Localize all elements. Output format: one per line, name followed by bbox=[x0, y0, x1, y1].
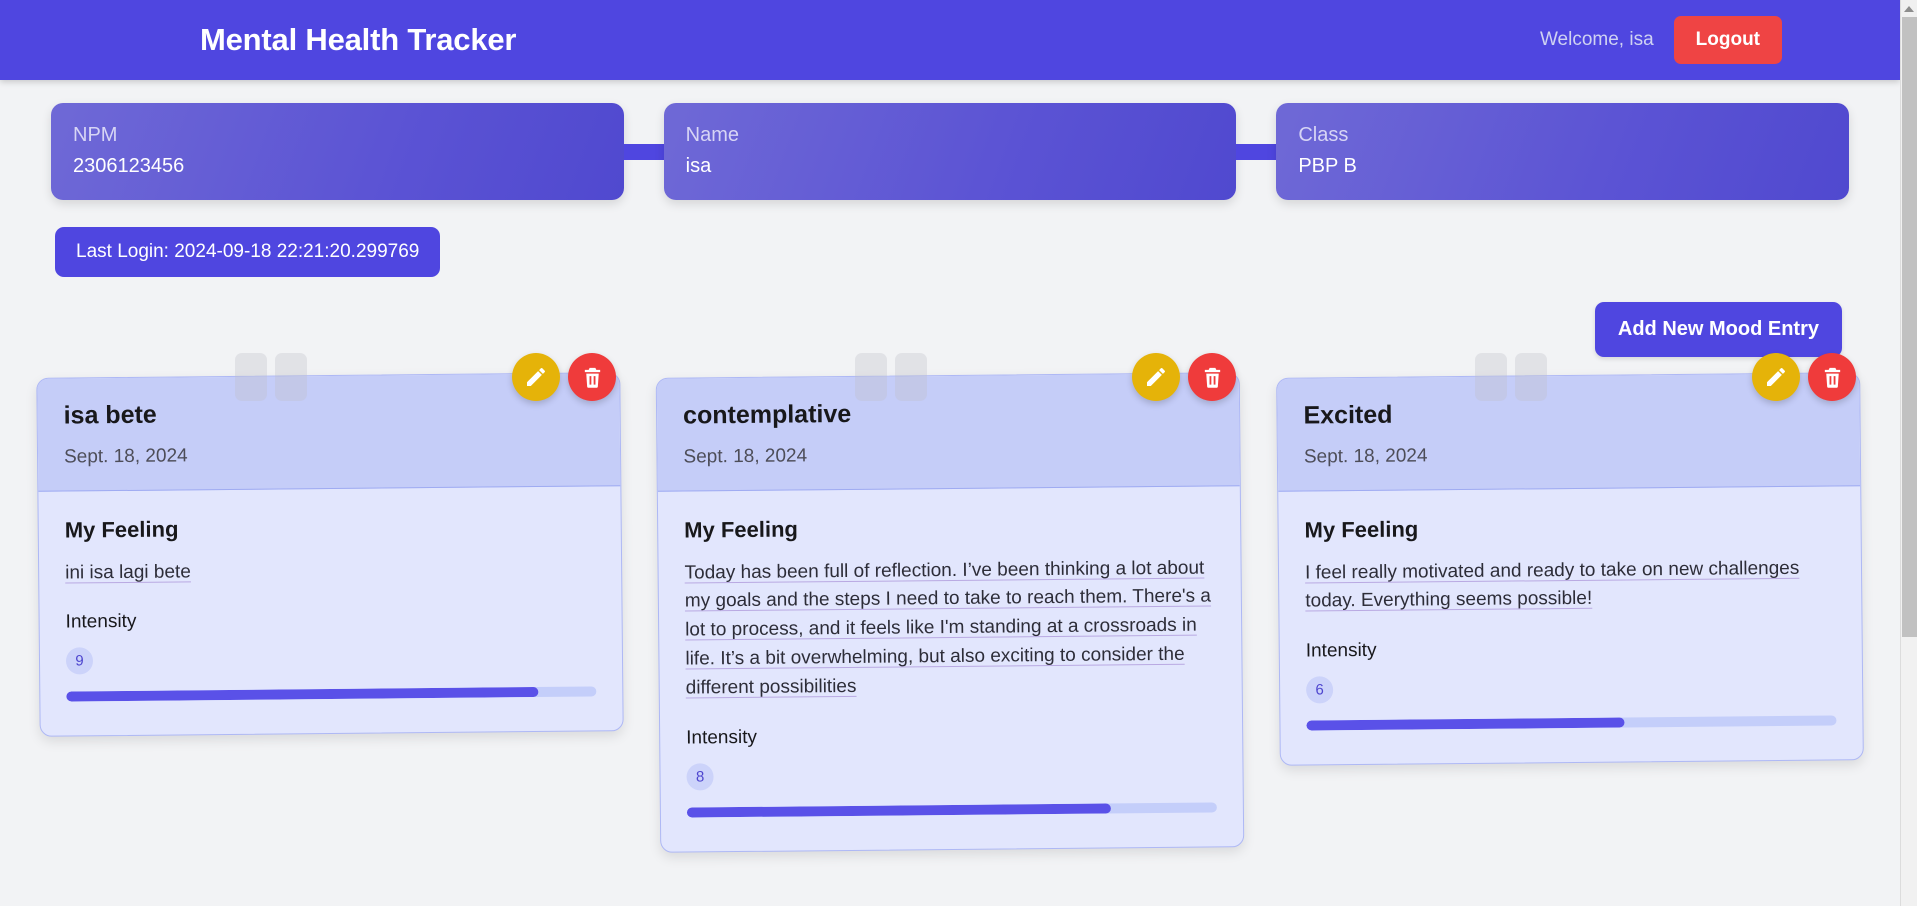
welcome-text: Welcome, isa bbox=[1539, 29, 1654, 50]
image-placeholder-group bbox=[855, 353, 927, 401]
mood-title: Excited bbox=[1303, 400, 1393, 430]
intensity-value-badge: 6 bbox=[1306, 676, 1334, 704]
feeling-heading: My Feeling bbox=[684, 515, 798, 543]
mood-card[interactable]: isa bete Sept. 18, 2024 My Feeling ini i… bbox=[36, 372, 624, 738]
chevron-up-icon bbox=[1904, 5, 1914, 12]
info-card-value: PBP B bbox=[1298, 155, 1357, 177]
pencil-icon bbox=[527, 368, 545, 386]
delete-mood-button[interactable] bbox=[568, 353, 616, 401]
mood-title: contemplative bbox=[682, 399, 852, 430]
mood-card-body: My Feeling Today has been full of reflec… bbox=[658, 486, 1243, 852]
intensity-bar-track bbox=[1306, 715, 1837, 731]
delete-mood-button[interactable] bbox=[1808, 353, 1856, 401]
mood-card[interactable]: Excited Sept. 18, 2024 My Feeling I feel… bbox=[1276, 372, 1864, 767]
image-placeholder-icon bbox=[855, 353, 887, 401]
image-placeholder-group bbox=[1475, 353, 1547, 401]
feeling-heading: My Feeling bbox=[1304, 515, 1419, 543]
intensity-bar-fill bbox=[66, 687, 539, 702]
edit-mood-button[interactable] bbox=[1752, 353, 1800, 401]
info-connector bbox=[623, 143, 664, 160]
add-new-mood-entry-button[interactable]: Add New Mood Entry bbox=[1594, 302, 1842, 357]
feeling-text: Today has been full of reflection. I’ve … bbox=[684, 557, 1212, 699]
mood-card[interactable]: contemplative Sept. 18, 2024 My Feeling … bbox=[655, 372, 1245, 853]
info-card-npm: NPM 2306123456 bbox=[51, 103, 624, 200]
intensity-value-badge: 8 bbox=[686, 763, 714, 791]
card-action-group bbox=[1132, 353, 1236, 401]
info-card-value: isa bbox=[685, 155, 712, 177]
image-placeholder-icon bbox=[1475, 353, 1507, 401]
intensity-heading: Intensity bbox=[686, 726, 758, 749]
image-placeholder-icon bbox=[1515, 353, 1547, 401]
scrollbar-thumb[interactable] bbox=[1902, 17, 1917, 637]
info-card-value: 2306123456 bbox=[73, 155, 185, 177]
image-placeholder-group bbox=[235, 353, 307, 401]
user-info-row: NPM 2306123456 Name isa Class PBP B bbox=[51, 103, 1850, 200]
scroll-up-button[interactable] bbox=[1901, 0, 1917, 17]
card-action-group bbox=[1752, 353, 1856, 401]
edit-mood-button[interactable] bbox=[1132, 353, 1180, 401]
intensity-value-badge: 9 bbox=[65, 647, 94, 675]
last-login-badge: Last Login: 2024-09-18 22:21:20.299769 bbox=[55, 227, 441, 277]
mood-date: Sept. 18, 2024 bbox=[1303, 444, 1428, 468]
image-placeholder-icon bbox=[895, 353, 927, 401]
intensity-bar-track bbox=[66, 686, 597, 702]
card-action-group bbox=[512, 353, 616, 401]
logout-button[interactable]: Logout bbox=[1673, 16, 1782, 64]
info-card-name: Name isa bbox=[663, 103, 1237, 200]
mood-card-container: contemplative Sept. 18, 2024 My Feeling … bbox=[655, 353, 1245, 853]
header-right-group: Welcome, isa Logout bbox=[1540, 16, 1782, 64]
image-placeholder-icon bbox=[235, 353, 267, 401]
last-login-row: Last Login: 2024-09-18 22:21:20.299769 bbox=[0, 200, 1900, 277]
mood-card-container: Excited Sept. 18, 2024 My Feeling I feel… bbox=[1276, 353, 1864, 767]
page-viewport: Mental Health Tracker Welcome, isa Logou… bbox=[0, 0, 1900, 906]
edit-mood-button[interactable] bbox=[512, 353, 560, 401]
mood-entry-grid: isa bete Sept. 18, 2024 My Feeling ini i… bbox=[0, 353, 1900, 853]
mood-card-container: isa bete Sept. 18, 2024 My Feeling ini i… bbox=[36, 353, 624, 738]
intensity-bar-fill bbox=[1306, 717, 1625, 731]
mood-card-body: My Feeling ini isa lagi bete Intensity 9 bbox=[38, 486, 622, 736]
feeling-heading: My Feeling bbox=[64, 515, 179, 543]
trash-icon bbox=[584, 367, 600, 388]
vertical-scrollbar[interactable] bbox=[1900, 0, 1917, 906]
mood-date: Sept. 18, 2024 bbox=[63, 444, 188, 468]
app-header: Mental Health Tracker Welcome, isa Logou… bbox=[0, 0, 1900, 80]
pencil-icon bbox=[1767, 368, 1785, 386]
mood-title: isa bete bbox=[63, 400, 157, 430]
info-card-label: NPM bbox=[73, 124, 118, 146]
info-card-label: Class bbox=[1298, 124, 1349, 146]
intensity-bar-track bbox=[686, 802, 1217, 818]
add-entry-row: Add New Mood Entry bbox=[0, 302, 1900, 357]
feeling-text: ini isa lagi bete bbox=[65, 560, 191, 584]
intensity-bar-fill bbox=[686, 803, 1111, 818]
intensity-heading: Intensity bbox=[1305, 640, 1377, 662]
delete-mood-button[interactable] bbox=[1188, 353, 1236, 401]
trash-icon bbox=[1204, 367, 1220, 388]
trash-icon bbox=[1824, 367, 1840, 388]
intensity-heading: Intensity bbox=[65, 611, 137, 633]
image-placeholder-icon bbox=[275, 353, 307, 401]
mood-date: Sept. 18, 2024 bbox=[683, 444, 808, 468]
info-card-label: Name bbox=[685, 124, 740, 146]
pencil-icon bbox=[1147, 368, 1165, 386]
info-card-class: Class PBP B bbox=[1276, 103, 1850, 200]
feeling-text: I feel really motivated and ready to tak… bbox=[1304, 557, 1800, 612]
mood-card-body: My Feeling I feel really motivated and r… bbox=[1278, 486, 1863, 765]
page-title: Mental Health Tracker bbox=[200, 22, 517, 57]
info-connector bbox=[1236, 143, 1277, 160]
